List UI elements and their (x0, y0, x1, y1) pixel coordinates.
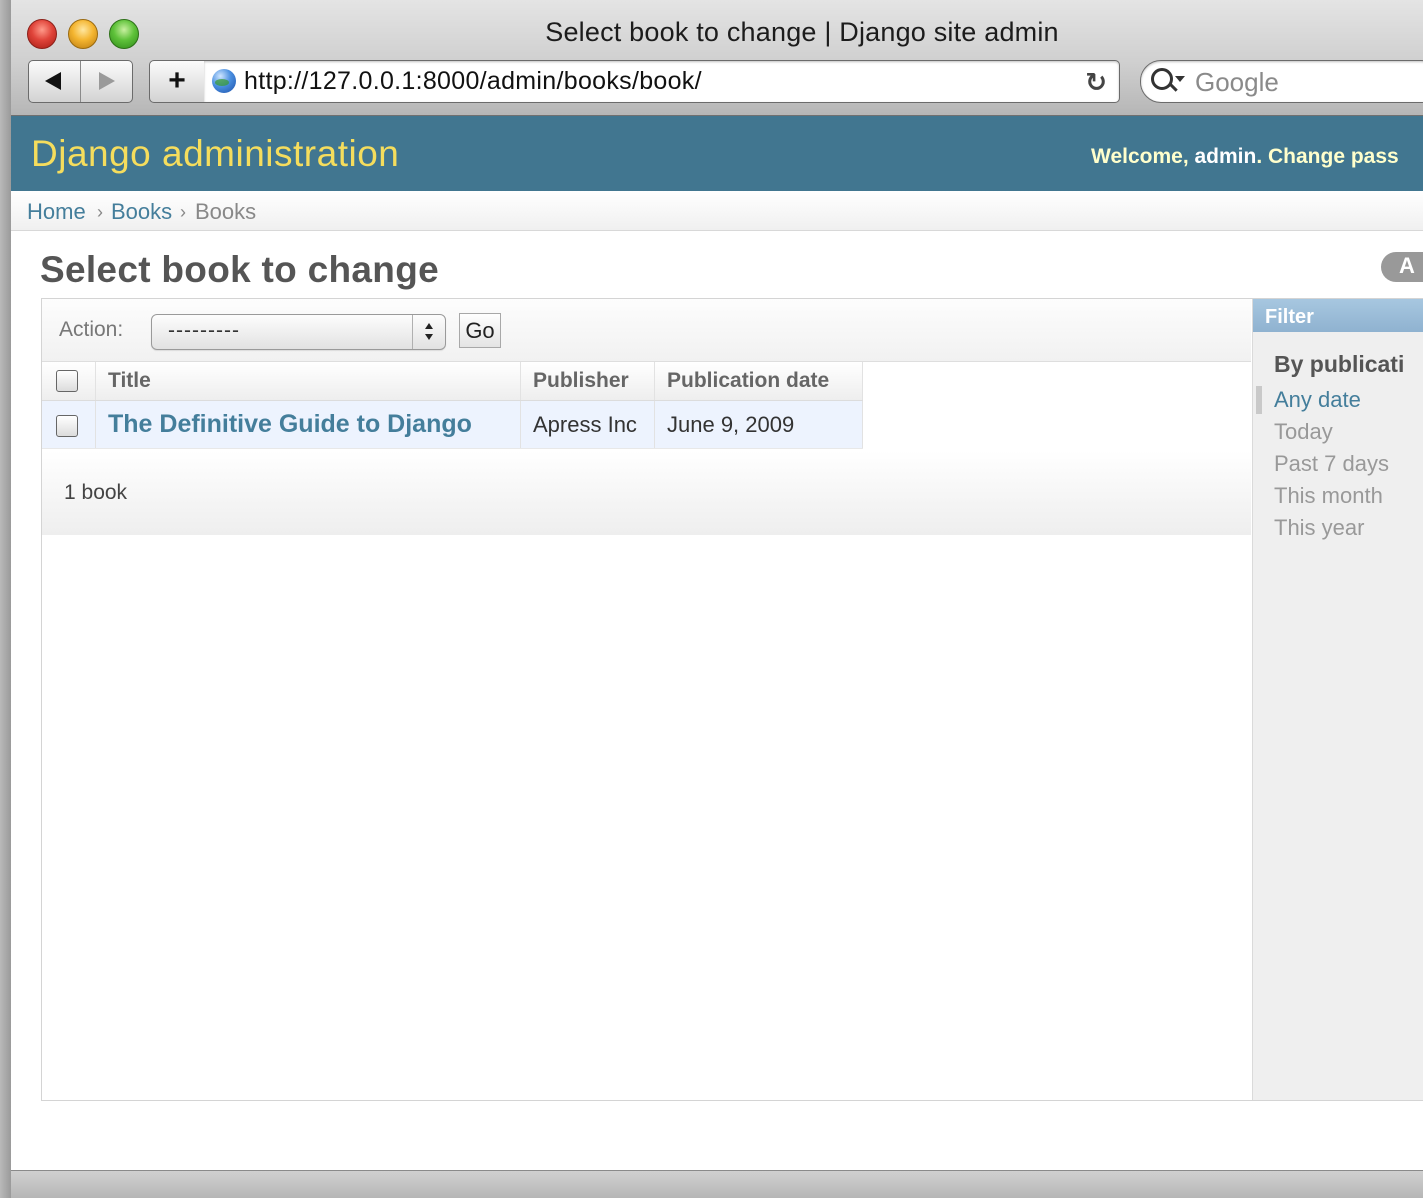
user-tools: Welcome, admin. Change pass (1091, 145, 1399, 169)
column-publisher[interactable]: Publisher (520, 362, 655, 401)
admin-header: Django administration Welcome, admin. Ch… (11, 116, 1423, 191)
result-count: 1 book (64, 481, 128, 504)
paginator: 1 book (42, 451, 1251, 535)
window-title: Select book to change | Django site admi… (545, 17, 1059, 47)
row-select-cell (42, 400, 96, 449)
table-header-row: Title Publisher Publication date (42, 362, 863, 401)
forward-arrow-icon (99, 72, 115, 90)
action-select-value: --------- (168, 319, 240, 342)
column-publication-date[interactable]: Publication date (654, 362, 863, 401)
action-select[interactable]: --------- (151, 314, 446, 350)
filter-option-today[interactable]: Today (1274, 419, 1333, 445)
filter-scroll-handle[interactable] (1256, 386, 1262, 414)
breadcrumb-current: Books (195, 199, 257, 224)
changelist: Action: --------- Go Title Publisher Pub… (41, 298, 1423, 1101)
chevron-down-icon[interactable] (1175, 76, 1185, 82)
plus-icon: + (168, 64, 186, 97)
row-publisher-cell: Apress Inc (520, 400, 655, 449)
filter-option-past-7-days[interactable]: Past 7 days (1274, 451, 1389, 477)
row-checkbox[interactable] (56, 414, 78, 437)
row-title-cell: The Definitive Guide to Django (95, 400, 521, 449)
table-row: The Definitive Guide to Django Apress In… (42, 400, 863, 449)
search-icon[interactable] (1151, 68, 1173, 90)
back-arrow-icon (45, 72, 61, 90)
search-field[interactable]: Google (1140, 60, 1423, 103)
breadcrumb-separator: › (180, 202, 186, 222)
welcome-text: Welcome, (1091, 145, 1195, 168)
forward-button[interactable] (81, 61, 132, 102)
select-all-header (42, 362, 96, 401)
select-arrows-icon (412, 315, 445, 349)
filter-subheading: By publicati (1274, 351, 1405, 377)
breadcrumb-home[interactable]: Home (27, 199, 86, 225)
browser-toolbar: Select book to change | Django site admi… (11, 0, 1423, 116)
filter-panel: Filter By publicati Any date Today Past … (1252, 299, 1423, 1100)
page-title: Select book to change (40, 249, 439, 290)
address-bar[interactable]: http://127.0.0.1:8000/admin/books/book/ … (204, 60, 1120, 103)
add-book-button[interactable]: A (1381, 252, 1423, 282)
window-edge (0, 0, 11, 1198)
status-bar (11, 1170, 1423, 1198)
site-branding[interactable]: Django administration (31, 133, 399, 175)
filter-header: Filter (1253, 299, 1423, 332)
globe-icon (212, 69, 236, 93)
change-password-link[interactable]: . Change pass (1256, 145, 1398, 168)
breadcrumb: Home › Books › Books (11, 191, 1423, 231)
browser-window: Select book to change | Django site admi… (11, 0, 1423, 1198)
navigation-buttons (28, 60, 133, 103)
back-button[interactable] (29, 61, 81, 102)
breadcrumb-app[interactable]: Books (111, 199, 172, 225)
filter-option-this-year[interactable]: This year (1274, 515, 1364, 541)
breadcrumb-separator: › (97, 202, 103, 222)
results-table: Title Publisher Publication date The Def… (42, 362, 863, 449)
add-book-label: A (1399, 253, 1415, 278)
filter-option-any-date[interactable]: Any date (1274, 387, 1361, 413)
book-title-link[interactable]: The Definitive Guide to Django (108, 410, 472, 438)
add-bookmark-button[interactable]: + (149, 60, 205, 103)
row-date-cell: June 9, 2009 (654, 400, 863, 449)
username: admin (1194, 145, 1257, 168)
select-all-checkbox[interactable] (56, 370, 78, 393)
filter-option-this-month[interactable]: This month (1274, 483, 1383, 509)
url-text[interactable]: http://127.0.0.1:8000/admin/books/book/ (244, 67, 702, 96)
column-title[interactable]: Title (95, 362, 521, 401)
search-placeholder: Google (1195, 67, 1279, 97)
reload-icon[interactable]: ↻ (1085, 67, 1107, 98)
action-label: Action: (59, 318, 124, 341)
go-button[interactable]: Go (459, 313, 501, 348)
filter-heading: Filter (1265, 306, 1314, 328)
actions-bar: Action: --------- Go (42, 299, 1251, 362)
